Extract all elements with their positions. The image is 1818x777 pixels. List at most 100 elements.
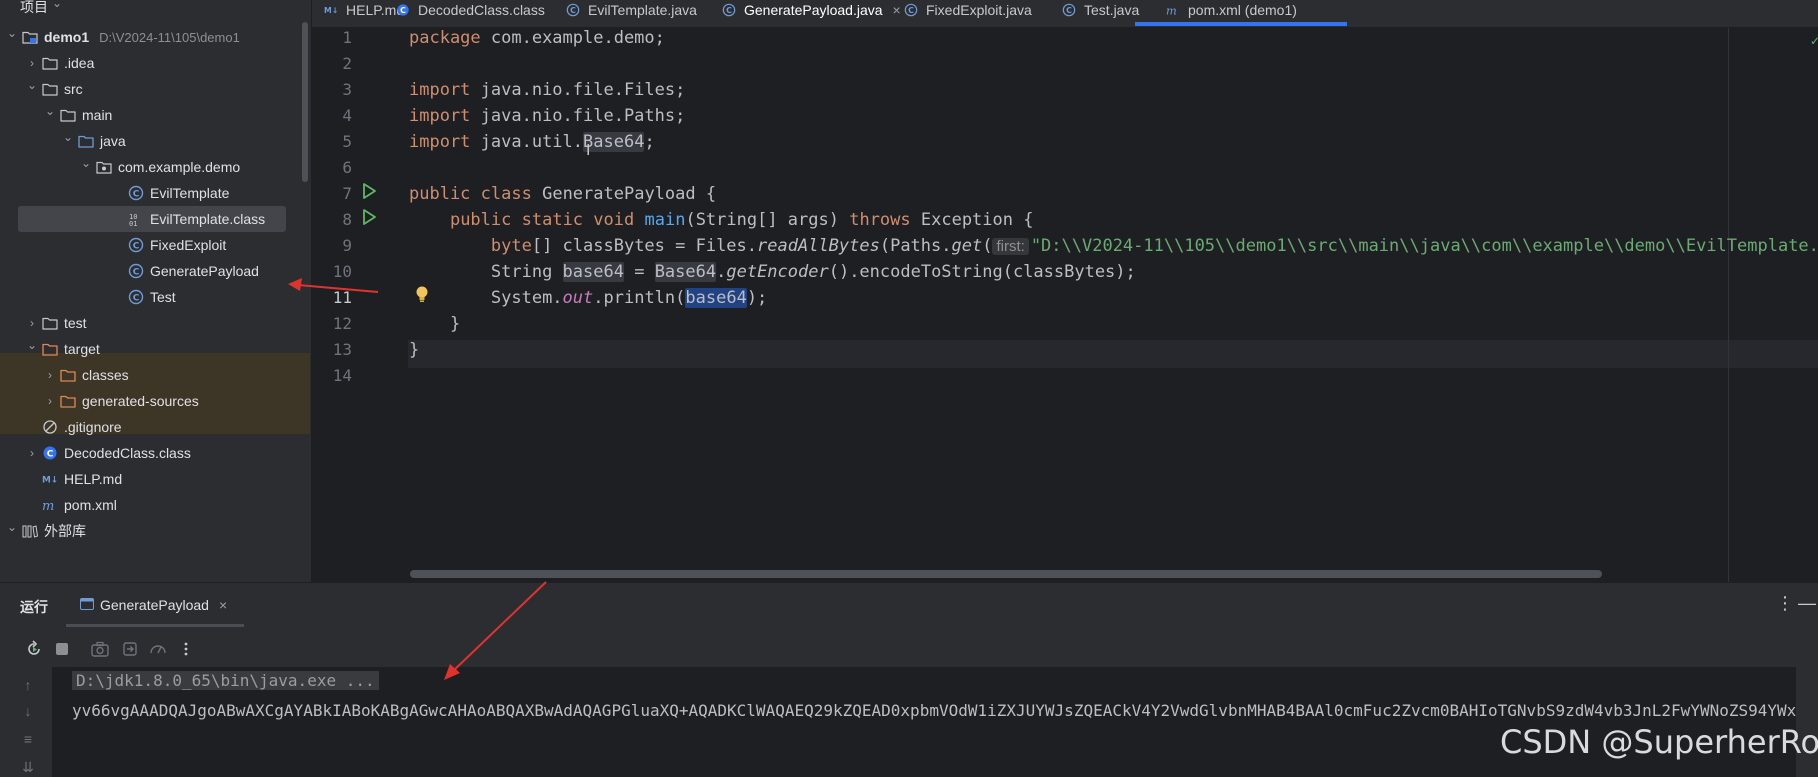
svg-text:01: 01 <box>129 220 137 227</box>
tree-item-demo1[interactable]: ⌄ demo1 D:\V2024-11\105\demo1 <box>0 24 300 50</box>
tree-item-main[interactable]: ⌄ main <box>0 102 300 128</box>
tab-pom-xml-demo1[interactable]: m pom.xml (demo1) <box>1166 0 1297 24</box>
settings-gauge-icon[interactable] <box>146 635 170 663</box>
kebab-menu-icon[interactable] <box>174 635 198 663</box>
tab-help-md[interactable]: M↓ HELP.md <box>324 0 404 24</box>
scroll-to-end-icon[interactable]: ⇊ <box>18 757 38 777</box>
tree-item-java[interactable]: ⌄ java <box>0 128 300 154</box>
java-class-icon: C <box>128 237 144 253</box>
chevron-down-icon[interactable]: ⌄ <box>60 129 76 145</box>
tree-item-label: generated-sources <box>82 393 199 409</box>
tab-label: GeneratePayload.java <box>744 2 883 18</box>
console-command-line[interactable]: D:\jdk1.8.0_65\bin\java.exe ... <box>72 671 379 690</box>
soft-wrap-icon[interactable]: ≡ <box>18 729 38 749</box>
stop-icon[interactable] <box>50 635 74 663</box>
tree-item-classes[interactable]: › classes <box>0 362 300 388</box>
line-number: 1 <box>342 28 352 47</box>
markdown-icon: M↓ <box>324 3 338 17</box>
project-scrollbar[interactable] <box>302 22 308 182</box>
java-class-icon: C <box>1062 3 1076 17</box>
code-line-11: System.out.println(base64); <box>490 288 768 308</box>
tab-decodedclass-class[interactable]: C DecodedClass.class <box>396 0 545 24</box>
chevron-down-icon[interactable]: ⌄ <box>52 0 62 10</box>
run-class-icon[interactable] <box>360 182 378 200</box>
tree-item-label: EvilTemplate <box>150 185 230 201</box>
folder-icon <box>42 55 58 71</box>
tree-item-test[interactable]: C Test <box>0 284 300 310</box>
tree-item-label: 外部库 <box>44 523 86 539</box>
tree-item-eviltemplate[interactable]: C EvilTemplate <box>0 180 300 206</box>
code-line-12: } <box>449 314 461 334</box>
chevron-down-icon[interactable]: ⌄ <box>78 155 94 171</box>
tab-fixedexploit-java[interactable]: C FixedExploit.java <box>904 0 1032 24</box>
chevron-right-icon[interactable]: › <box>42 393 58 409</box>
chevron-down-icon[interactable]: ⌄ <box>4 25 20 41</box>
console-output-line[interactable]: yv66vgAAADQAJgoABwAXCgAYABkIABoKABgAGwcA… <box>72 701 1796 720</box>
folder-icon <box>42 81 58 97</box>
close-icon[interactable]: × <box>893 2 901 18</box>
close-icon[interactable]: × <box>219 597 227 613</box>
run-main-icon[interactable] <box>360 208 378 226</box>
tree-item-gitignore[interactable]: .gitignore <box>0 414 300 440</box>
chevron-down-icon[interactable]: ⌄ <box>24 337 40 353</box>
arrow-up-icon[interactable]: ↑ <box>18 675 38 695</box>
watermark: CSDN @SuperherRo <box>1500 723 1818 761</box>
project-panel-title[interactable]: 项目 <box>20 0 48 17</box>
code-line-9: byte[] classBytes = Files.readAllBytes(P… <box>490 236 1818 256</box>
tree-item-help-md[interactable]: M↓ HELP.md <box>0 466 300 492</box>
binary-class-icon: 10 01 <box>128 211 144 227</box>
java-class-icon: C <box>722 3 736 17</box>
tree-item-decodedclass-class[interactable]: › C DecodedClass.class <box>0 440 300 466</box>
tree-item-idea[interactable]: › .idea <box>0 50 300 76</box>
editor-gutter: 1 2 3 4 5 6 7 8 9 10 11 12 13 14 <box>312 28 408 582</box>
tree-item-generated-sources[interactable]: › generated-sources <box>0 388 300 414</box>
chevron-down-icon[interactable]: ⌄ <box>42 103 58 119</box>
project-panel-header: 项目 ⌄ <box>0 0 311 18</box>
tree-item-label: pom.xml <box>64 497 117 513</box>
run-config-tab[interactable]: GeneratePayload × <box>66 585 244 627</box>
tree-item-generatepayload[interactable]: C GeneratePayload <box>0 258 300 284</box>
tab-label: Test.java <box>1084 2 1140 18</box>
arrow-down-icon[interactable]: ↓ <box>18 701 38 721</box>
chevron-down-icon[interactable]: ⌄ <box>4 519 20 535</box>
current-line-highlight <box>312 340 1818 368</box>
tree-item-eviltemplate-class[interactable]: 10 01 EvilTemplate.class <box>18 206 286 232</box>
excluded-folder-icon <box>42 341 58 357</box>
maven-icon: m <box>42 497 58 513</box>
tab-eviltemplate-java[interactable]: C EvilTemplate.java <box>566 0 697 24</box>
code-editor[interactable]: 1 2 3 4 5 6 7 8 9 10 11 12 13 14 ✓ package com.exampl… <box>312 28 1818 582</box>
rerun-icon[interactable] <box>22 635 46 663</box>
chevron-right-icon[interactable]: › <box>24 315 40 331</box>
run-toolbar <box>0 635 260 665</box>
tree-item-fixedexploit[interactable]: C FixedExploit <box>0 232 300 258</box>
svg-text:C: C <box>570 6 576 15</box>
tree-item-test[interactable]: › test <box>0 310 300 336</box>
camera-icon[interactable] <box>88 635 112 663</box>
tab-test-java[interactable]: C Test.java <box>1062 0 1139 24</box>
tree-item-[interactable]: ⌄ 外部库 <box>0 518 300 544</box>
code-content: package com.example.demo; import java.ni… <box>409 28 1818 360</box>
tree-item-src[interactable]: ⌄ src <box>0 76 300 102</box>
code-line-8: public static void main(String[] args) t… <box>449 210 1034 230</box>
line-number: 7 <box>342 184 352 203</box>
maven-icon: m <box>1166 3 1180 17</box>
more-options-icon[interactable]: ⋮ <box>1776 593 1794 614</box>
chevron-right-icon[interactable]: › <box>24 445 40 461</box>
tree-item-target[interactable]: ⌄ target <box>0 336 300 362</box>
line-number: 11 <box>332 288 352 307</box>
text-cursor-icon: I <box>586 142 591 159</box>
editor-horizontal-scrollbar[interactable] <box>410 570 1602 578</box>
tab-generatepayload-java[interactable]: C GeneratePayload.java × <box>722 0 901 24</box>
line-number: 12 <box>332 314 352 333</box>
java-class-icon: C <box>566 3 580 17</box>
chevron-right-icon[interactable]: › <box>42 367 58 383</box>
tree-item-label: classes <box>82 367 129 383</box>
chevron-down-icon[interactable]: ⌄ <box>24 77 40 93</box>
exit-icon[interactable] <box>118 635 142 663</box>
svg-text:C: C <box>133 190 140 200</box>
minimize-icon[interactable]: — <box>1798 593 1816 614</box>
tree-item-com-example-demo[interactable]: ⌄ com.example.demo <box>0 154 300 180</box>
chevron-right-icon[interactable]: › <box>24 55 40 71</box>
tree-item-pom-xml[interactable]: m pom.xml <box>0 492 300 518</box>
editor-tab-bar: M↓ HELP.md C DecodedClass.class C EvilTemplat… <box>312 0 1818 28</box>
